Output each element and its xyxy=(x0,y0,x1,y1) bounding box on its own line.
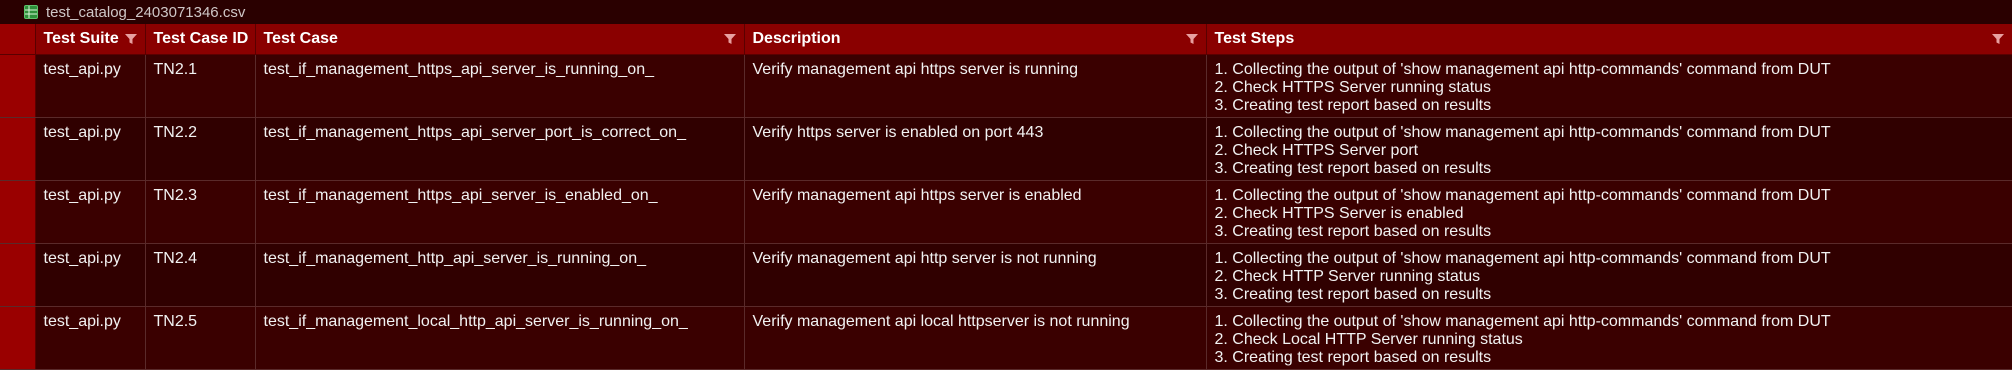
file-name: test_catalog_2403071346.csv xyxy=(46,3,246,21)
cell-description[interactable]: Verify management api https server is ru… xyxy=(744,54,1207,118)
column-header-test-suite[interactable]: Test Suite xyxy=(35,24,146,55)
cell-test-case-id[interactable]: TN2.5 xyxy=(145,306,256,370)
column-header-test-case-id[interactable]: Test Case ID xyxy=(145,24,256,55)
row-header[interactable] xyxy=(0,117,36,181)
test-step: 2. Check HTTPS Server is enabled xyxy=(1214,204,1464,222)
cell-test-steps[interactable]: 1. Collecting the output of 'show manage… xyxy=(1206,243,2012,307)
test-step: 1. Collecting the output of 'show manage… xyxy=(1214,60,1831,78)
column-label: Test Case xyxy=(263,29,338,47)
cell-test-case-id[interactable]: TN2.3 xyxy=(145,180,256,244)
cell-test-case-id[interactable]: TN2.4 xyxy=(145,243,256,307)
title-bar: test_catalog_2403071346.csv xyxy=(0,0,2012,24)
column-label: Test Suite xyxy=(43,29,119,47)
filter-icon[interactable] xyxy=(124,33,137,45)
table-row[interactable]: test_api.py TN2.3 test_if_management_htt… xyxy=(0,180,2012,244)
cell-test-suite[interactable]: test_api.py xyxy=(35,117,146,181)
test-step: 3. Creating test report based on results xyxy=(1214,285,1492,303)
cell-test-steps[interactable]: 1. Collecting the output of 'show manage… xyxy=(1206,306,2012,370)
test-step: 3. Creating test report based on results xyxy=(1214,96,1492,114)
test-step: 3. Creating test report based on results xyxy=(1214,222,1492,240)
spreadsheet-icon xyxy=(24,5,38,19)
cell-description[interactable]: Verify management api https server is en… xyxy=(744,180,1207,244)
cell-test-steps[interactable]: 1. Collecting the output of 'show manage… xyxy=(1206,180,2012,244)
test-step: 2. Check HTTPS Server port xyxy=(1214,141,1419,159)
row-header[interactable] xyxy=(0,243,36,307)
cell-test-suite[interactable]: test_api.py xyxy=(35,306,146,370)
column-header-test-case[interactable]: Test Case xyxy=(255,24,745,55)
test-step: 2. Check Local HTTP Server running statu… xyxy=(1214,330,1523,348)
cell-test-case-id[interactable]: TN2.1 xyxy=(145,54,256,118)
cell-test-steps[interactable]: 1. Collecting the output of 'show manage… xyxy=(1206,117,2012,181)
cell-test-case[interactable]: test_if_management_local_http_api_server… xyxy=(255,306,745,370)
cell-test-case[interactable]: test_if_management_https_api_server_is_r… xyxy=(255,54,745,118)
test-step: 1. Collecting the output of 'show manage… xyxy=(1214,249,1831,267)
table-row[interactable]: test_api.py TN2.4 test_if_management_htt… xyxy=(0,243,2012,307)
cell-description[interactable]: Verify management api local httpserver i… xyxy=(744,306,1207,370)
table-row[interactable]: test_api.py TN2.1 test_if_management_htt… xyxy=(0,54,2012,118)
cell-test-steps[interactable]: 1. Collecting the output of 'show manage… xyxy=(1206,54,2012,118)
cell-test-suite[interactable]: test_api.py xyxy=(35,180,146,244)
test-step: 1. Collecting the output of 'show manage… xyxy=(1214,123,1831,141)
header-row: Test Suite Test Case ID Test Case Descri… xyxy=(0,24,2012,55)
test-step: 2. Check HTTP Server running status xyxy=(1214,267,1481,285)
table-row[interactable]: test_api.py TN2.5 test_if_management_loc… xyxy=(0,306,2012,370)
test-step: 1. Collecting the output of 'show manage… xyxy=(1214,312,1831,330)
table-row[interactable]: test_api.py TN2.2 test_if_management_htt… xyxy=(0,117,2012,181)
row-header[interactable] xyxy=(0,306,36,370)
column-label: Test Case ID xyxy=(153,29,249,47)
cell-test-suite[interactable]: test_api.py xyxy=(35,54,146,118)
filter-icon[interactable] xyxy=(1185,33,1198,45)
filter-icon[interactable] xyxy=(1991,33,2004,45)
cell-test-case[interactable]: test_if_management_https_api_server_is_e… xyxy=(255,180,745,244)
cell-test-suite[interactable]: test_api.py xyxy=(35,243,146,307)
cell-description[interactable]: Verify https server is enabled on port 4… xyxy=(744,117,1207,181)
column-header-test-steps[interactable]: Test Steps xyxy=(1206,24,2012,55)
test-step: 3. Creating test report based on results xyxy=(1214,348,1492,366)
test-step: 3. Creating test report based on results xyxy=(1214,159,1492,177)
column-header-description[interactable]: Description xyxy=(744,24,1207,55)
test-step: 2. Check HTTPS Server running status xyxy=(1214,78,1492,96)
column-label: Description xyxy=(752,29,841,47)
cell-test-case[interactable]: test_if_management_https_api_server_port… xyxy=(255,117,745,181)
data-table: Test Suite Test Case ID Test Case Descri… xyxy=(0,24,2012,370)
filter-icon[interactable] xyxy=(723,33,736,45)
column-label: Test Steps xyxy=(1214,29,1295,47)
cell-description[interactable]: Verify management api http server is not… xyxy=(744,243,1207,307)
test-step: 1. Collecting the output of 'show manage… xyxy=(1214,186,1831,204)
row-header[interactable] xyxy=(0,180,36,244)
cell-test-case-id[interactable]: TN2.2 xyxy=(145,117,256,181)
row-header[interactable] xyxy=(0,54,36,118)
csv-grid: Test Suite Test Case ID Test Case Descri… xyxy=(0,24,2012,370)
row-header-corner[interactable] xyxy=(0,24,36,55)
cell-test-case[interactable]: test_if_management_http_api_server_is_ru… xyxy=(255,243,745,307)
